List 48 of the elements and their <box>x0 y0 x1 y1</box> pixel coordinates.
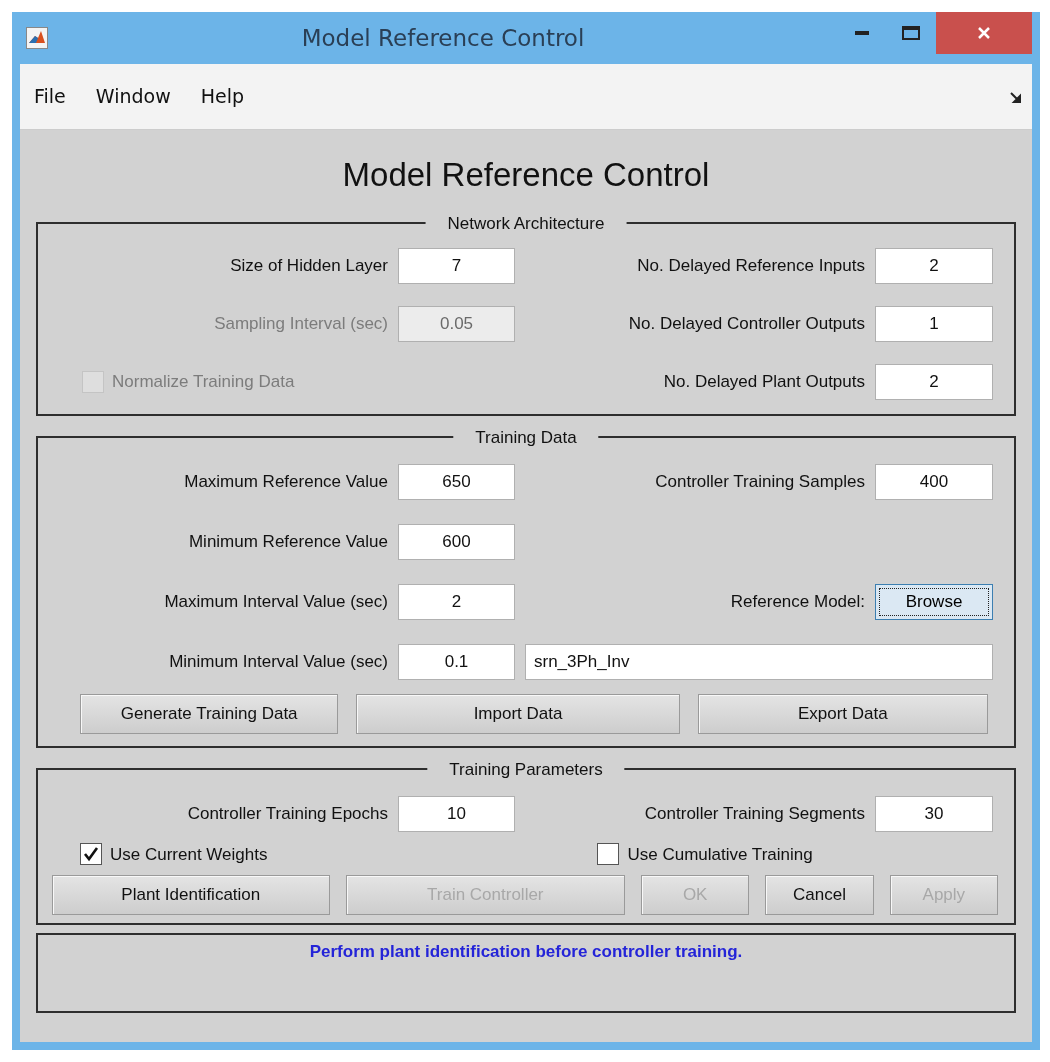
push-button[interactable]: Cancel <box>765 875 874 915</box>
input-field[interactable]: 1 <box>875 305 993 342</box>
checkbox-label: Normalize Training Data <box>112 370 295 393</box>
field-label: Maximum Reference Value <box>183 470 388 493</box>
field-label: Minimum Reference Value <box>187 530 388 553</box>
browse-button[interactable]: Browse <box>875 583 993 620</box>
input-field[interactable]: 0.1 <box>398 643 515 680</box>
field-label: Controller Training Segments <box>643 802 865 825</box>
dock-arrow-icon[interactable] <box>1010 91 1022 104</box>
input-field[interactable]: 7 <box>398 247 515 284</box>
maximize-icon <box>902 26 920 40</box>
status-message: Perform plant identification before controller training. <box>36 933 1016 1013</box>
input-field[interactable]: 10 <box>398 795 515 832</box>
input-field[interactable]: 2 <box>875 247 993 284</box>
app-icon <box>26 27 48 49</box>
field-label: Controller Training Epochs <box>186 802 388 825</box>
field-label: Minimum Interval Value (sec) <box>168 650 388 673</box>
dialog-heading: Model Reference Control <box>341 155 711 195</box>
push-button[interactable]: Plant Identification <box>52 875 330 915</box>
menu-item[interactable]: Window <box>95 82 171 111</box>
minimize-icon <box>855 31 869 35</box>
field-label: No. Delayed Plant Outputs <box>662 370 865 393</box>
field-label: No. Delayed Controller Outputs <box>627 312 865 335</box>
input-field[interactable]: 30 <box>875 795 993 832</box>
menu-item[interactable]: File <box>34 82 66 111</box>
checkbox[interactable] <box>80 843 102 866</box>
field-label: Sampling Interval (sec) <box>213 312 388 335</box>
field-label: Size of Hidden Layer <box>229 254 388 277</box>
input-field[interactable]: 650 <box>398 463 515 500</box>
input-field[interactable]: 2 <box>398 583 515 620</box>
input-field[interactable]: 600 <box>398 523 515 560</box>
push-button[interactable]: Import Data <box>356 693 680 734</box>
window-title: Model Reference Control <box>300 23 586 53</box>
field-label: Maximum Interval Value (sec) <box>163 590 388 613</box>
checkbox[interactable] <box>597 843 620 866</box>
field-label: No. Delayed Reference Inputs <box>636 254 865 277</box>
menu-item[interactable]: Help <box>200 82 245 111</box>
checkbox-label: Use Cumulative Training <box>627 843 813 866</box>
checkbox-label: Use Current Weights <box>110 843 268 866</box>
input-field[interactable]: 400 <box>875 463 993 500</box>
push-button[interactable]: Export Data <box>697 693 988 734</box>
field-label: Reference Model: <box>729 590 865 613</box>
input-field[interactable]: srn_3Ph_Inv <box>525 643 993 680</box>
check-icon <box>83 846 99 863</box>
field-label: Controller Training Samples <box>654 470 865 493</box>
input-field[interactable]: 2 <box>875 363 993 400</box>
close-icon <box>977 26 991 40</box>
push-button[interactable]: Generate Training Data <box>80 693 339 734</box>
